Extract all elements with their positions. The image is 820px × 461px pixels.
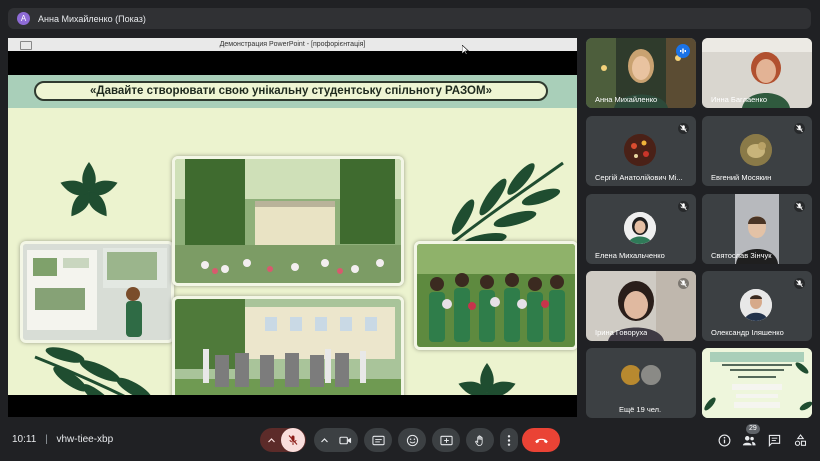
participant-tile[interactable]: Евгений Мосякин <box>702 116 812 186</box>
emoji-icon <box>406 434 418 446</box>
slide-banner: «Давайте створювати свою унікальну студе… <box>8 75 577 108</box>
flower-icon <box>60 162 118 217</box>
meeting-details-button[interactable] <box>716 432 732 448</box>
participant-tile[interactable]: Инна Баглаенко <box>702 38 812 108</box>
others-avatar <box>639 363 663 387</box>
audio-options-button[interactable] <box>261 436 281 445</box>
mic-off-icon <box>678 123 689 134</box>
participant-name: Анна Михайленко <box>595 95 658 104</box>
video-options-button[interactable] <box>315 436 333 445</box>
mic-off-icon <box>794 278 805 289</box>
participant-tile[interactable]: Святослав Зінчук <box>702 194 812 264</box>
participant-name: Инна Баглаенко <box>711 95 767 104</box>
activities-button[interactable] <box>792 432 808 448</box>
clock: 10:11 <box>12 434 37 445</box>
photo-presentation <box>20 241 174 343</box>
participant-avatar <box>740 134 772 166</box>
speaking-indicator-icon <box>676 44 690 58</box>
captions-button[interactable] <box>364 428 392 452</box>
mic-off-icon <box>678 278 689 289</box>
reactions-button[interactable] <box>398 428 426 452</box>
photo-students-group <box>414 241 577 350</box>
participant-tile[interactable]: Елена Михальченко <box>586 194 696 264</box>
chat-icon <box>768 434 780 447</box>
more-options-button[interactable] <box>500 428 518 452</box>
participant-avatar <box>740 289 772 321</box>
others-tile[interactable]: Ещё 19 чел. <box>586 348 696 418</box>
more-vert-icon <box>507 434 511 446</box>
participant-name: Елена Михальченко <box>595 251 665 260</box>
video-camera-icon <box>338 436 351 444</box>
participant-avatar <box>624 134 656 166</box>
present-button[interactable] <box>432 428 460 452</box>
participant-tile[interactable]: Сергій Анатолійович Мі... <box>586 116 696 186</box>
camera-group <box>314 428 358 452</box>
meeting-info: 10:11 | vhw-tiee-xbp <box>12 434 113 445</box>
participant-name: Олександр Іляшенко <box>711 328 784 337</box>
presentation-thumbnail[interactable] <box>702 348 812 418</box>
participant-avatar <box>624 212 656 244</box>
slideshow-icon <box>20 41 32 50</box>
slide-title: «Давайте створювати свою унікальну студе… <box>34 81 548 101</box>
info-icon <box>718 434 730 446</box>
powerpoint-titlebar: Демонстрация PowerPoint - [профорієнтаці… <box>8 38 577 51</box>
participant-name: Святослав Зінчук <box>711 251 772 260</box>
presentation-area[interactable]: Демонстрация PowerPoint - [профорієнтаці… <box>8 38 577 417</box>
slide-bottom-strip <box>8 395 577 417</box>
people-button[interactable]: 29 <box>741 424 760 448</box>
chevron-up-icon <box>267 437 275 442</box>
participant-name: Ірина Говоруха <box>595 328 648 337</box>
bottom-bar: 10:11 | vhw-tiee-xbp 29 <box>0 424 820 461</box>
chevron-up-icon <box>320 437 328 442</box>
participant-tile[interactable]: Олександр Іляшенко <box>702 271 812 341</box>
mic-group <box>260 428 306 452</box>
captions-icon <box>371 435 385 445</box>
others-label: Ещё 19 чел. <box>619 405 662 414</box>
activities-icon <box>794 433 806 446</box>
separator: | <box>45 434 48 445</box>
mic-off-icon <box>794 201 805 212</box>
meeting-code: vhw-tiee-xbp <box>56 434 114 445</box>
participant-tile[interactable]: Анна Михайленко <box>586 38 696 108</box>
leave-call-button[interactable] <box>522 428 560 452</box>
raise-hand-button[interactable] <box>466 428 494 452</box>
participant-tile[interactable]: Ірина Говоруха <box>586 271 696 341</box>
powerpoint-window-title: Демонстрация PowerPoint - [профорієнтаці… <box>219 41 366 48</box>
mic-off-icon <box>678 201 689 212</box>
mic-off-icon <box>794 123 805 134</box>
presenter-avatar: А <box>17 12 30 25</box>
mic-off-icon <box>288 435 298 445</box>
participant-count-badge: 29 <box>746 424 760 434</box>
people-icon <box>742 435 756 445</box>
presenter-title: Анна Михайленко (Показ) <box>38 13 146 24</box>
mouse-cursor-icon <box>462 45 469 55</box>
presenter-bar: А Анна Михайленко (Показ) <box>8 8 811 29</box>
present-screen-icon <box>439 435 453 445</box>
participant-name: Сергій Анатолійович Мі... <box>595 173 683 182</box>
hang-up-icon <box>534 438 548 443</box>
hand-icon <box>474 434 483 446</box>
camera-toggle-button[interactable] <box>333 434 357 447</box>
slide: «Давайте створювати свою унікальну студе… <box>8 75 577 417</box>
mic-toggle-button[interactable] <box>281 428 305 452</box>
photo-campus-building <box>172 156 404 286</box>
chat-button[interactable] <box>766 432 782 448</box>
participant-name: Евгений Мосякин <box>711 173 772 182</box>
